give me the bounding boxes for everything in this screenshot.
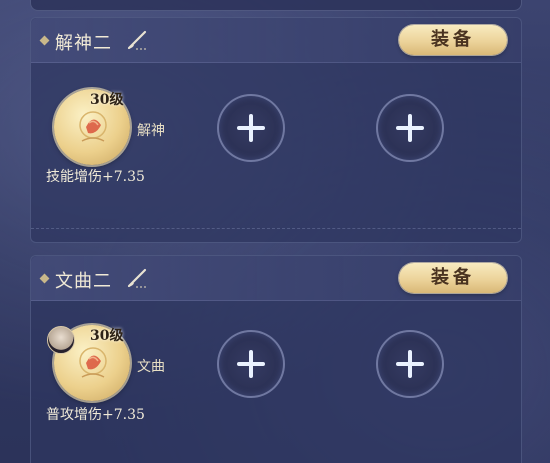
skill-emblem-icon <box>79 347 107 378</box>
equip-button[interactable]: 装备 <box>399 263 507 293</box>
previous-panel-edge <box>30 0 522 11</box>
skill-name: 文曲 <box>137 359 165 375</box>
add-slot-button[interactable] <box>217 330 285 398</box>
skill-set-panel-1: 解神二 装备 30级 解神 技能增伤+7.35 <box>30 17 522 243</box>
panel-title: 解神二 <box>55 33 112 54</box>
plus-icon <box>396 350 424 378</box>
skill-name: 解神 <box>137 123 165 139</box>
panel-title: 文曲二 <box>55 271 112 292</box>
plus-icon <box>396 114 424 142</box>
skill-level: 30级 <box>90 328 124 344</box>
divider <box>31 228 521 229</box>
skill-level: 30级 <box>90 92 124 108</box>
panel-header: 文曲二 装备 <box>31 256 521 301</box>
character-avatar <box>47 326 75 354</box>
add-slot-button[interactable] <box>217 94 285 162</box>
skill-medal[interactable]: 30级 <box>54 89 130 165</box>
plus-icon <box>237 350 265 378</box>
skill-set-panel-2: 文曲二 装备 30级 文曲 普攻增伤+7.35 <box>30 255 522 463</box>
equip-button[interactable]: 装备 <box>399 25 507 55</box>
diamond-bullet-icon <box>39 35 50 46</box>
skill-bonus: 普攻增伤+7.35 <box>46 407 145 423</box>
add-slot-button[interactable] <box>376 330 444 398</box>
plus-icon <box>237 114 265 142</box>
add-slot-button[interactable] <box>376 94 444 162</box>
skill-bonus: 技能增伤+7.35 <box>46 169 145 185</box>
diamond-bullet-icon <box>39 273 50 284</box>
skill-emblem-icon <box>79 111 107 142</box>
brush-icon[interactable] <box>126 29 150 51</box>
brush-icon[interactable] <box>126 267 150 289</box>
panel-header: 解神二 装备 <box>31 18 521 63</box>
